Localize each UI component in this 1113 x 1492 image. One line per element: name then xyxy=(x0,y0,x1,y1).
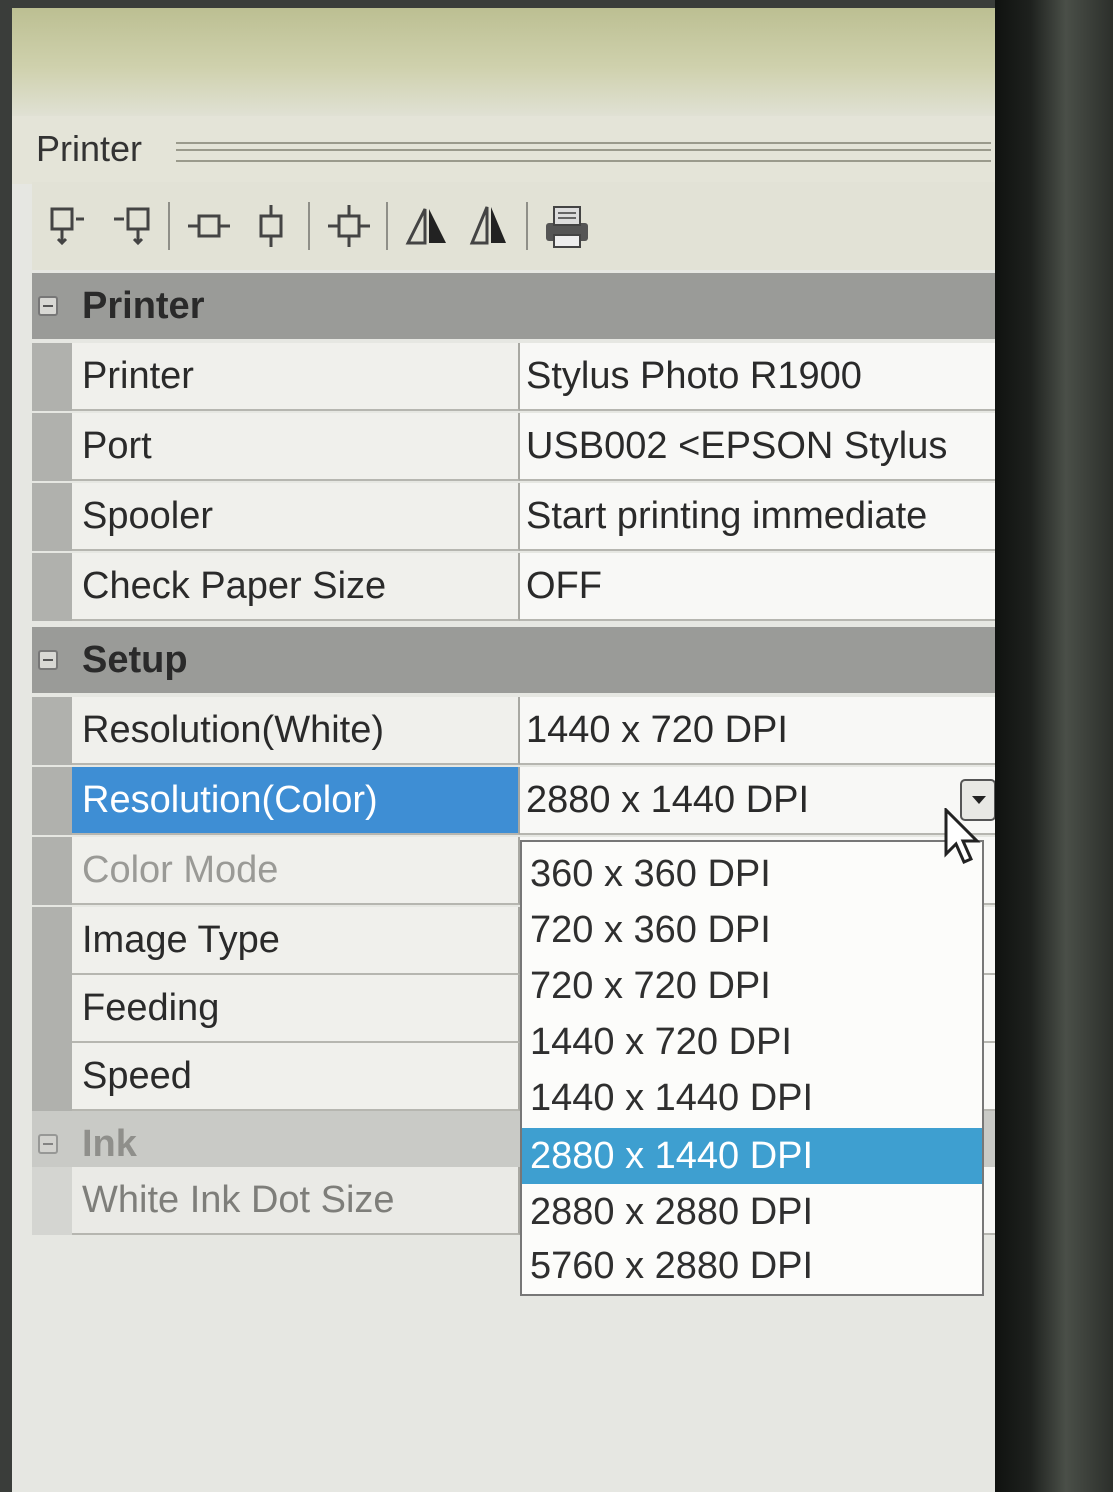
row-gutter xyxy=(32,767,72,835)
property-name: Resolution(Color) xyxy=(72,767,520,835)
print-icon[interactable] xyxy=(538,197,596,255)
property-value[interactable]: Start printing immediate xyxy=(520,483,995,551)
row-gutter xyxy=(32,697,72,765)
toolbar-separator xyxy=(168,202,170,250)
property-row-printer[interactable]: Printer Stylus Photo R1900 xyxy=(32,343,995,411)
collapse-toggle-icon[interactable] xyxy=(38,1134,58,1154)
property-name: Port xyxy=(72,413,520,481)
monitor-bezel xyxy=(995,0,1113,1492)
toolbar-separator xyxy=(308,202,310,250)
dropdown-option[interactable]: 720 x 720 DPI xyxy=(522,958,982,1014)
center-icon[interactable] xyxy=(320,197,378,255)
flip-horizontal-icon[interactable] xyxy=(398,197,456,255)
row-gutter xyxy=(32,1167,72,1235)
panel-header: Printer xyxy=(12,116,995,184)
row-gutter xyxy=(32,975,72,1043)
panel-title: Printer xyxy=(36,128,143,169)
row-gutter xyxy=(32,837,72,905)
dropdown-option[interactable]: 1440 x 1440 DPI xyxy=(522,1070,982,1126)
category-label: Ink xyxy=(82,1122,137,1165)
mouse-cursor-icon xyxy=(942,806,982,872)
category-setup[interactable]: Setup xyxy=(32,627,995,693)
category-label: Setup xyxy=(82,638,188,681)
empty-panel-area xyxy=(12,1298,995,1492)
property-row-resolution-white[interactable]: Resolution(White) 1440 x 720 DPI xyxy=(32,697,995,765)
property-name: Printer xyxy=(72,343,520,411)
row-gutter xyxy=(32,553,72,621)
dropdown-option-selected[interactable]: 2880 x 1440 DPI xyxy=(522,1128,982,1184)
align-middle-vertical-icon[interactable] xyxy=(242,197,300,255)
property-name: White Ink Dot Size xyxy=(72,1167,520,1235)
property-row-spooler[interactable]: Spooler Start printing immediate xyxy=(32,483,995,551)
category-label: Printer xyxy=(82,284,205,327)
resolution-dropdown-list: 360 x 360 DPI 720 x 360 DPI 720 x 720 DP… xyxy=(520,840,984,1296)
row-gutter xyxy=(32,343,72,411)
flip-vertical-icon[interactable] xyxy=(460,197,518,255)
property-value[interactable]: 1440 x 720 DPI xyxy=(520,697,995,765)
toolbar xyxy=(32,182,995,270)
toolbar-separator xyxy=(386,202,388,250)
row-gutter xyxy=(32,483,72,551)
property-name: Image Type xyxy=(72,907,520,975)
dropdown-option[interactable]: 5760 x 2880 DPI xyxy=(522,1238,982,1294)
resolution-color-combo[interactable]: 2880 x 1440 DPI xyxy=(520,767,995,835)
row-gutter xyxy=(32,1043,72,1111)
dropdown-option[interactable]: 360 x 360 DPI xyxy=(522,846,982,902)
row-gutter xyxy=(32,907,72,975)
property-row-resolution-color[interactable]: Resolution(Color) 2880 x 1440 DPI xyxy=(32,767,995,835)
align-top-right-icon[interactable] xyxy=(102,197,160,255)
property-row-port[interactable]: Port USB002 <EPSON Stylus xyxy=(32,413,995,481)
property-value[interactable]: Stylus Photo R1900 xyxy=(520,343,995,411)
combo-value: 2880 x 1440 DPI xyxy=(526,779,810,821)
property-value[interactable]: OFF xyxy=(520,553,995,621)
panel-drag-grip[interactable] xyxy=(176,142,991,162)
property-name: Check Paper Size xyxy=(72,553,520,621)
property-value[interactable]: USB002 <EPSON Stylus xyxy=(520,413,995,481)
property-name: Feeding xyxy=(72,975,520,1043)
dropdown-option[interactable]: 720 x 360 DPI xyxy=(522,902,982,958)
category-printer[interactable]: Printer xyxy=(32,273,995,339)
printer-settings-window: Printer Printer Printer Stylus Photo R19… xyxy=(12,8,995,1492)
property-row-check-paper-size[interactable]: Check Paper Size OFF xyxy=(32,553,995,621)
collapse-toggle-icon[interactable] xyxy=(38,650,58,670)
dropdown-option[interactable]: 1440 x 720 DPI xyxy=(522,1014,982,1070)
property-name: Resolution(White) xyxy=(72,697,520,765)
row-gutter xyxy=(32,413,72,481)
dropdown-option[interactable]: 2880 x 2880 DPI xyxy=(522,1184,982,1240)
toolbar-separator xyxy=(526,202,528,250)
align-middle-horizontal-icon[interactable] xyxy=(180,197,238,255)
window-top-area xyxy=(12,8,995,116)
property-name: Speed xyxy=(72,1043,520,1111)
property-name: Color Mode xyxy=(72,837,520,905)
property-name: Spooler xyxy=(72,483,520,551)
align-top-left-icon[interactable] xyxy=(40,197,98,255)
collapse-toggle-icon[interactable] xyxy=(38,296,58,316)
